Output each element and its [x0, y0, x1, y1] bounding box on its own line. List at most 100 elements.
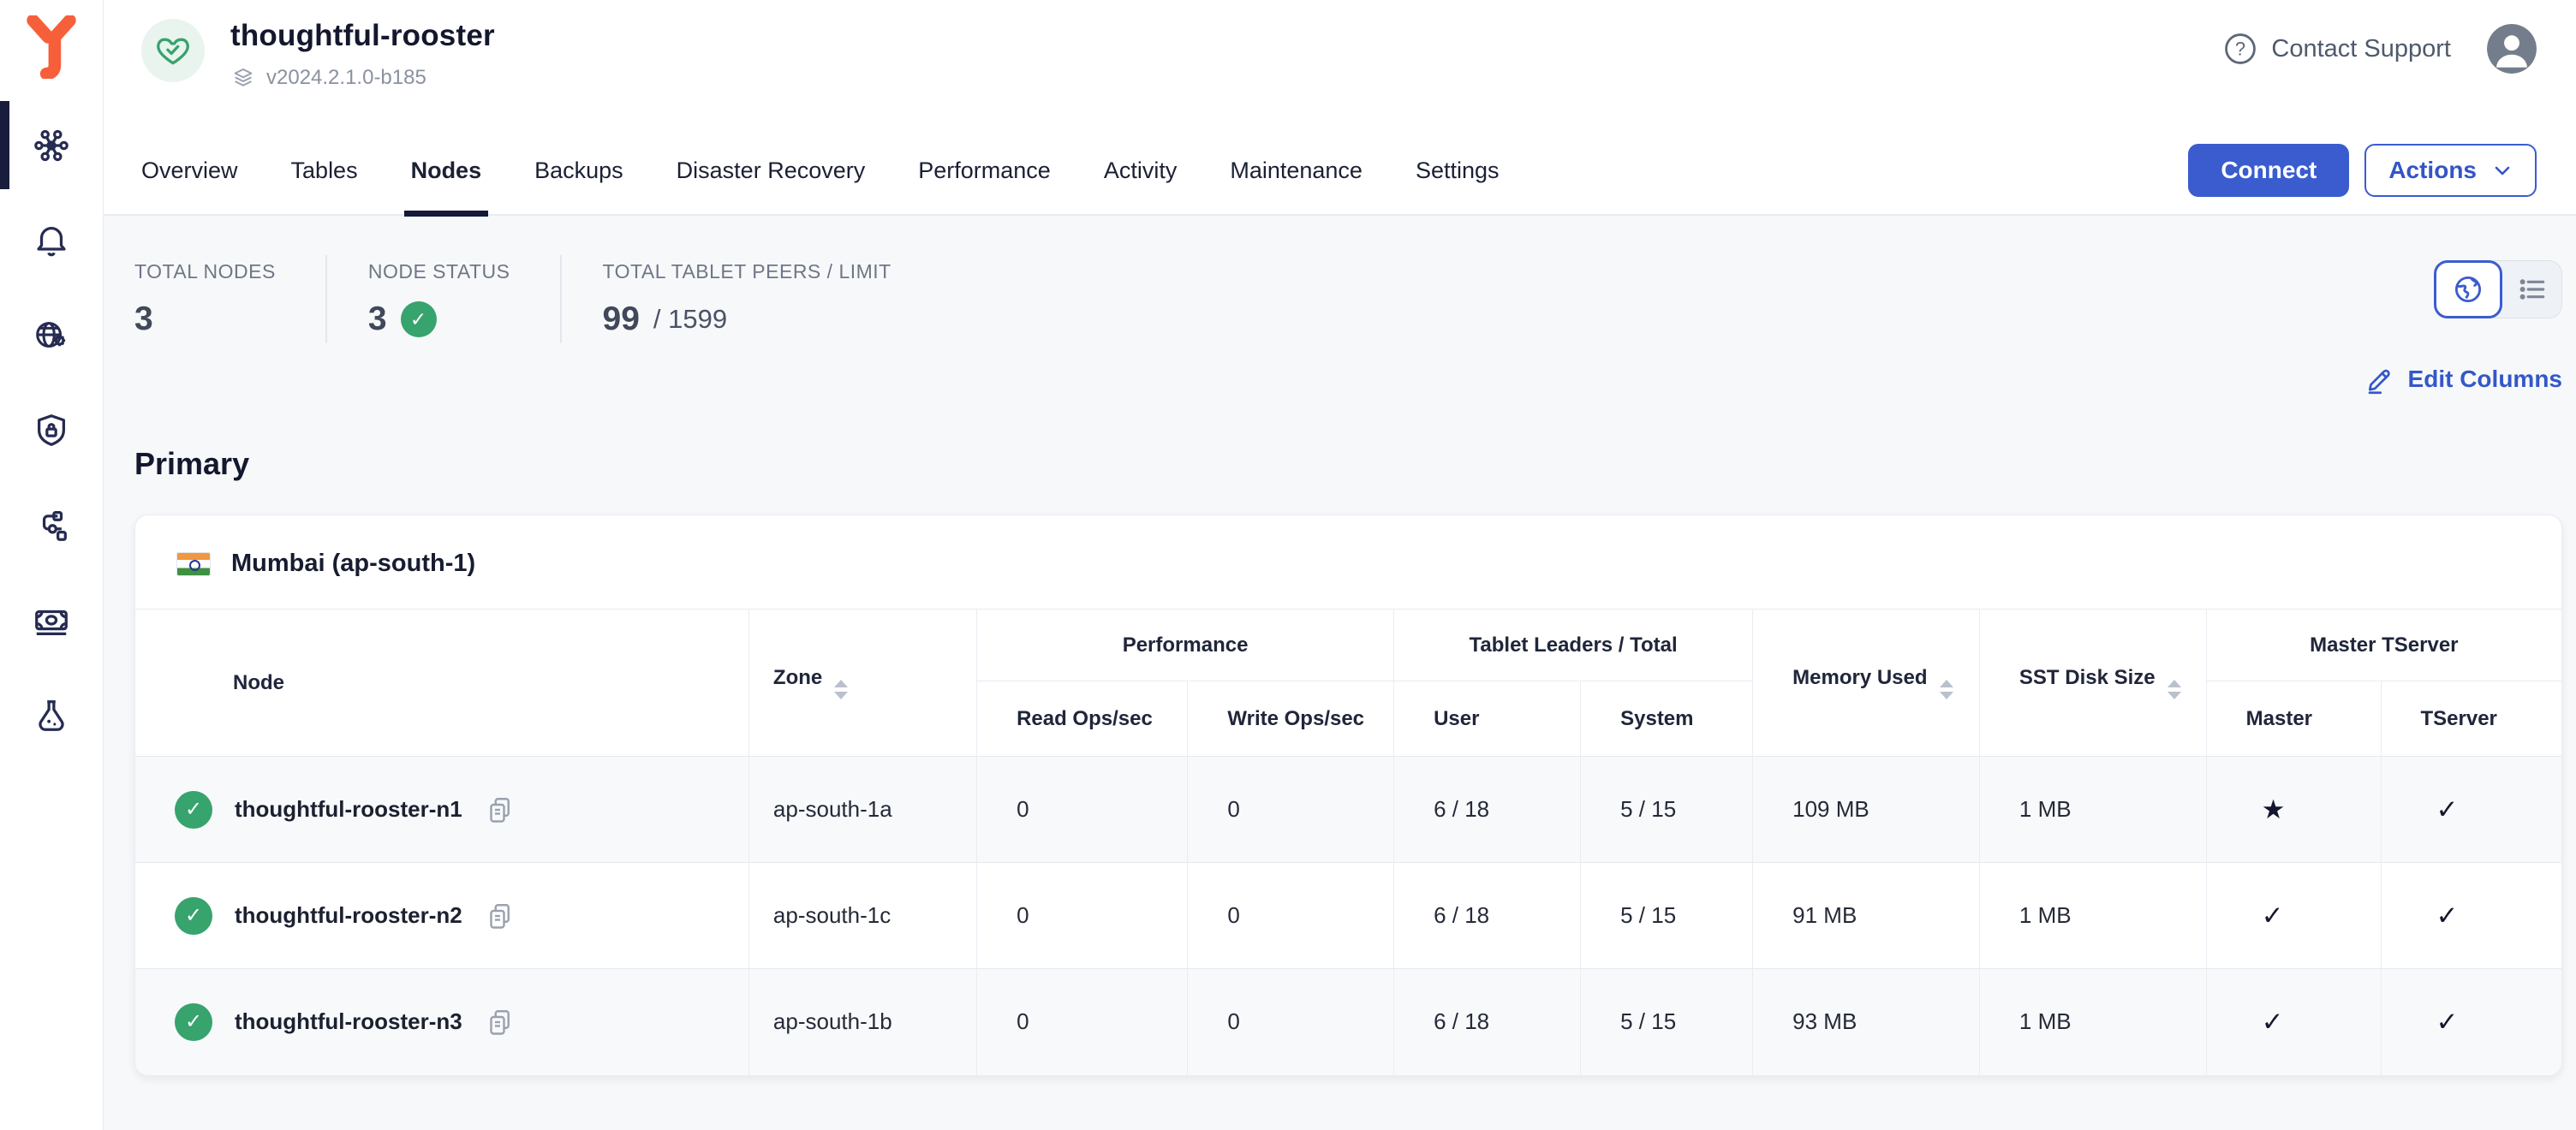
tab-backups[interactable]: Backups	[534, 126, 623, 215]
cluster-health-badge	[141, 19, 205, 82]
zone-cell: ap-south-1c	[748, 863, 976, 969]
cluster-title-block: thoughtful-rooster v2024.2.1.0-b185	[230, 14, 495, 91]
node-name-link[interactable]: thoughtful-rooster-n3	[235, 1008, 462, 1035]
tab-nodes[interactable]: Nodes	[411, 126, 482, 215]
topbar-right: ? Contact Support	[2222, 24, 2537, 74]
sort-arrows-icon[interactable]	[2168, 680, 2181, 699]
connect-button[interactable]: Connect	[2188, 144, 2349, 197]
tserver-check-icon: ✓	[2381, 757, 2561, 863]
sidebar-item-security[interactable]	[0, 383, 103, 478]
column-header-write-ops[interactable]: Write Ops/sec	[1188, 681, 1394, 757]
region-header: Mumbai (ap-south-1)	[135, 515, 2561, 609]
column-group-master-tserver: Master TServer	[2206, 610, 2561, 681]
column-header-user[interactable]: User	[1394, 681, 1581, 757]
contact-support-label: Contact Support	[2271, 35, 2451, 63]
sst-cell: 1 MB	[1979, 969, 2206, 1075]
list-view-toggle[interactable]	[2494, 260, 2562, 318]
tab-disaster-recovery[interactable]: Disaster Recovery	[677, 126, 866, 215]
sst-cell: 1 MB	[1979, 863, 2206, 969]
region-card: Mumbai (ap-south-1) Node Zone	[134, 514, 2562, 1076]
edit-pencil-icon	[2364, 364, 2395, 395]
section-title: Primary	[134, 446, 2562, 482]
sidebar-item-labs[interactable]	[0, 668, 103, 763]
nodes-table-header: Node Zone Performance Tablet Leaders / T…	[135, 610, 2561, 757]
column-header-master[interactable]: Master	[2206, 681, 2381, 757]
column-header-node[interactable]: Node	[135, 610, 748, 757]
sidebar-item-alerts[interactable]	[0, 193, 103, 288]
read-ops-cell: 0	[977, 757, 1188, 863]
column-header-sst[interactable]: SST Disk Size	[1979, 610, 2206, 757]
tab-maintenance[interactable]: Maintenance	[1230, 126, 1363, 215]
region-title: Mumbai (ap-south-1)	[231, 550, 475, 578]
sidebar-item-clusters[interactable]	[0, 98, 103, 193]
column-header-memory-label: Memory Used	[1792, 666, 1927, 689]
column-header-memory[interactable]: Memory Used	[1753, 610, 1980, 757]
alerts-bell-icon	[32, 221, 71, 260]
column-header-sst-label: SST Disk Size	[2019, 666, 2156, 689]
copy-icon[interactable]	[485, 901, 516, 931]
view-toggle	[2434, 260, 2562, 318]
copy-icon[interactable]	[485, 794, 516, 825]
tab-performance[interactable]: Performance	[918, 126, 1051, 215]
page-title: thoughtful-rooster	[230, 19, 495, 53]
column-header-zone[interactable]: Zone	[748, 610, 976, 757]
globe-icon	[2452, 273, 2484, 306]
system-tablets-cell: 5 / 15	[1581, 969, 1753, 1075]
sidebar-item-network[interactable]	[0, 288, 103, 383]
sidebar-item-billing[interactable]	[0, 573, 103, 668]
master-check-icon: ✓	[2206, 863, 2381, 969]
node-healthy-icon: ✓	[175, 791, 212, 829]
nodes-content: TOTAL NODES 3 NODE STATUS 3 ✓ TOTAL TABL…	[104, 216, 2576, 1130]
node-status-count: 3	[368, 300, 387, 338]
user-avatar[interactable]	[2487, 24, 2537, 74]
column-header-system[interactable]: System	[1581, 681, 1753, 757]
stat-total-nodes: TOTAL NODES 3	[134, 255, 325, 343]
memory-cell: 91 MB	[1753, 863, 1980, 969]
stat-value: 3	[134, 300, 276, 338]
status-ok-icon: ✓	[401, 301, 437, 337]
write-ops-cell: 0	[1188, 757, 1394, 863]
column-header-read-ops[interactable]: Read Ops/sec	[977, 681, 1188, 757]
edit-columns-label: Edit Columns	[2408, 366, 2562, 393]
map-view-toggle[interactable]	[2434, 260, 2502, 318]
stat-value: 3 ✓	[368, 300, 510, 338]
security-shield-icon	[32, 411, 71, 450]
cluster-icon	[32, 126, 71, 165]
master-check-icon: ✓	[2206, 969, 2381, 1075]
node-name-link[interactable]: thoughtful-rooster-n1	[235, 796, 462, 823]
tab-tables[interactable]: Tables	[291, 126, 358, 215]
actions-button[interactable]: Actions	[2364, 144, 2537, 197]
contact-support-link[interactable]: ? Contact Support	[2222, 31, 2451, 67]
column-header-tserver[interactable]: TServer	[2381, 681, 2561, 757]
tab-overview[interactable]: Overview	[141, 126, 238, 215]
stat-label: TOTAL TABLET PEERS / LIMIT	[603, 260, 891, 283]
node-cell: ✓ thoughtful-rooster-n2	[135, 863, 748, 969]
edit-columns-button[interactable]: Edit Columns	[2364, 364, 2562, 395]
help-question-icon: ?	[2222, 31, 2258, 67]
topbar: thoughtful-rooster v2024.2.1.0-b185 ?	[104, 0, 2576, 127]
version-row: v2024.2.1.0-b185	[230, 65, 495, 91]
sidebar-item-integrations[interactable]	[0, 478, 103, 573]
healthy-heart-check-icon	[154, 32, 192, 69]
stat-value: 99 / 1599	[603, 300, 891, 338]
avatar-person-icon	[2487, 24, 2537, 74]
app-root: thoughtful-rooster v2024.2.1.0-b185 ?	[0, 0, 2576, 1130]
system-tablets-cell: 5 / 15	[1581, 863, 1753, 969]
tab-settings[interactable]: Settings	[1416, 126, 1500, 215]
memory-cell: 109 MB	[1753, 757, 1980, 863]
user-tablets-cell: 6 / 18	[1394, 969, 1581, 1075]
node-name-link[interactable]: thoughtful-rooster-n2	[235, 902, 462, 929]
node-healthy-icon: ✓	[175, 1003, 212, 1041]
tablet-peers-count: 99	[603, 300, 640, 338]
labs-flask-icon	[32, 696, 71, 735]
chevron-down-icon	[2492, 160, 2513, 181]
integrations-flow-icon	[32, 506, 71, 545]
tab-activity[interactable]: Activity	[1104, 126, 1178, 215]
tserver-check-icon: ✓	[2381, 969, 2561, 1075]
copy-icon[interactable]	[485, 1007, 516, 1038]
master-leader-star-icon: ★	[2206, 757, 2381, 863]
column-group-tablet-leaders: Tablet Leaders / Total	[1394, 610, 1753, 681]
actions-button-label: Actions	[2388, 157, 2477, 184]
sort-arrows-icon[interactable]	[834, 680, 848, 699]
sort-arrows-icon[interactable]	[1940, 680, 1953, 699]
